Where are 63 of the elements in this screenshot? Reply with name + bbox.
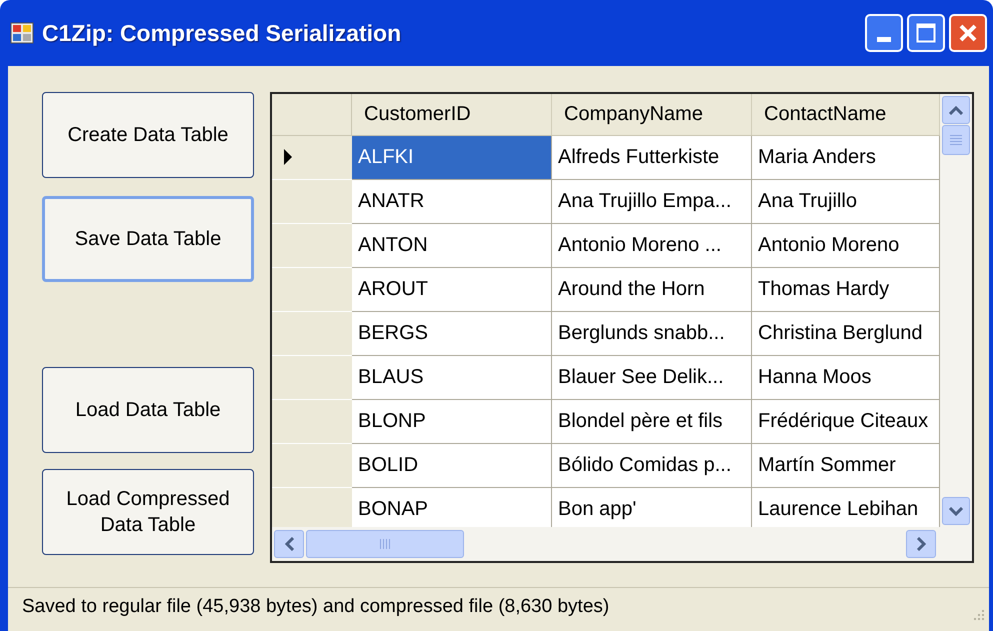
table-cell: BERGS (352, 312, 552, 356)
column-header[interactable]: CustomerID (364, 99, 471, 130)
table-cell: Maria Anders (752, 136, 940, 180)
chevron-up-icon (949, 106, 963, 114)
table-cell: Around the Horn (552, 268, 752, 312)
row-header[interactable] (272, 136, 352, 180)
close-icon (958, 23, 978, 43)
scroll-up-button[interactable] (942, 96, 970, 124)
row-header[interactable] (272, 268, 352, 312)
resize-grip-icon (971, 609, 985, 623)
action-button[interactable]: Save Data Table (42, 196, 254, 282)
scroll-left-button[interactable] (274, 530, 304, 558)
table-cell: BLONP (352, 400, 552, 444)
chevron-down-icon (949, 506, 963, 516)
row-header[interactable] (272, 400, 352, 444)
table-cell: BOLID (352, 444, 552, 488)
action-button[interactable]: Load Data Table (42, 367, 254, 453)
window-title: C1Zip: Compressed Serialization (42, 18, 402, 48)
row-header[interactable] (272, 444, 352, 488)
table-cell: ALFKI (352, 136, 552, 180)
scroll-right-button[interactable] (906, 530, 936, 558)
table-cell: Berglunds snabb... (552, 312, 752, 356)
chevron-right-icon (916, 537, 926, 551)
table-cell: ANATR (352, 180, 552, 224)
table-cell: BLAUS (352, 356, 552, 400)
minimize-button[interactable] (865, 14, 903, 52)
column-header[interactable]: ContactName (764, 99, 886, 130)
table-cell: Christina Berglund (752, 312, 940, 356)
row-header[interactable] (272, 356, 352, 400)
table-cell: AROUT (352, 268, 552, 312)
status-text: Saved to regular file (45,938 bytes) and compressed file (8,630 bytes) (22, 595, 610, 620)
table-cell: Antonio Moreno ... (552, 224, 752, 268)
table-cell: Laurence Lebihan (752, 488, 940, 527)
row-header[interactable] (272, 312, 352, 356)
current-row-icon (284, 149, 292, 166)
scroll-down-button[interactable] (942, 497, 970, 525)
chevron-left-icon (284, 537, 294, 551)
app-icon (10, 21, 34, 45)
horizontal-scroll-thumb[interactable] (306, 530, 464, 558)
action-button[interactable]: Create Data Table (42, 92, 254, 178)
minimize-icon (877, 37, 891, 42)
table-cell: Frédérique Citeaux (752, 400, 940, 444)
row-header[interactable] (272, 224, 352, 268)
table-cell: Bólido Comidas p... (552, 444, 752, 488)
action-button[interactable]: Load Compressed Data Table (42, 469, 254, 555)
table-cell: Ana Trujillo (752, 180, 940, 224)
column-header[interactable]: CompanyName (564, 99, 703, 130)
table-cell: Thomas Hardy (752, 268, 940, 312)
table-cell: Blondel père et fils (552, 400, 752, 444)
close-button[interactable] (949, 14, 987, 52)
maximize-icon (916, 23, 936, 43)
table-cell: Blauer See Delik... (552, 356, 752, 400)
maximize-button[interactable] (907, 14, 945, 52)
table-cell: Ana Trujillo Empa... (552, 180, 752, 224)
table-cell: Martín Sommer (752, 444, 940, 488)
table-cell: ANTON (352, 224, 552, 268)
scroll-thumb[interactable] (942, 125, 970, 155)
table-cell: Bon app' (552, 488, 752, 527)
table-cell: BONAP (352, 488, 552, 527)
row-header[interactable] (272, 180, 352, 224)
table-cell: Alfreds Futterkiste (552, 136, 752, 180)
table-cell: Hanna Moos (752, 356, 940, 400)
table-cell: Antonio Moreno (752, 224, 940, 268)
